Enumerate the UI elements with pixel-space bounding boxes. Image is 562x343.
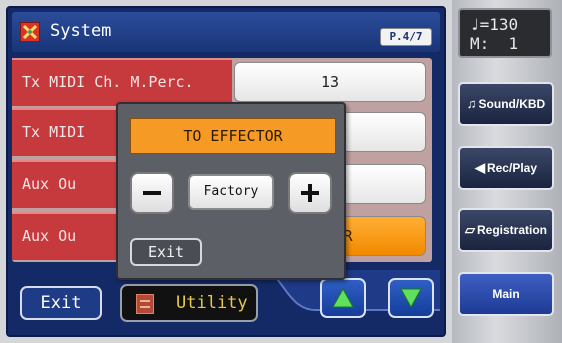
tempo-value: ♩=130: [470, 15, 519, 34]
utility-button[interactable]: Utility: [120, 284, 258, 322]
rec-play-button[interactable]: ◀ Rec/Play: [458, 146, 554, 190]
value-popup: TO EFFECTOR Factory Exit: [116, 102, 346, 280]
title-bar: System P.4/7: [12, 12, 440, 52]
plus-icon: [301, 184, 319, 202]
row-label: Tx MIDI Ch. M.Perc.: [12, 58, 232, 106]
row-value[interactable]: 13: [234, 62, 426, 102]
arrow-down-icon: [400, 288, 422, 308]
popup-exit-button[interactable]: Exit: [130, 238, 202, 266]
sound-kbd-label: Sound/KBD: [478, 97, 546, 111]
main-panel: System P.4/7 Tx MIDI Ch. M.Perc. 13 Tx M…: [6, 6, 446, 337]
page-number: P.4/7: [380, 28, 432, 46]
registration-button[interactable]: ▱ Registration: [458, 208, 554, 252]
main-button[interactable]: Main: [458, 272, 554, 316]
screen: System P.4/7 Tx MIDI Ch. M.Perc. 13 Tx M…: [0, 0, 562, 343]
tempo-display: ♩=130 M: 1: [458, 8, 552, 58]
scroll-down-button[interactable]: [388, 278, 434, 318]
increment-button[interactable]: [288, 172, 332, 214]
music-note-icon: ♫: [466, 96, 477, 111]
registration-label: Registration: [476, 223, 547, 237]
book-icon: ▱: [464, 222, 475, 237]
popup-value-display: TO EFFECTOR: [130, 118, 336, 154]
minus-icon: [143, 191, 161, 195]
arrow-up-icon: [332, 288, 354, 308]
system-icon: [20, 22, 40, 42]
scroll-up-button[interactable]: [320, 278, 366, 318]
factory-reset-button[interactable]: Factory: [188, 174, 274, 210]
speaker-icon: ◀: [474, 160, 485, 175]
exit-button[interactable]: Exit: [20, 286, 102, 320]
page-title: System: [50, 21, 112, 41]
decrement-button[interactable]: [130, 172, 174, 214]
rec-play-label: Rec/Play: [486, 161, 538, 175]
utility-label: Utility: [176, 293, 248, 313]
side-panel: ♩=130 M: 1 ♫ Sound/KBD ◀ Rec/Play ▱ Registr…: [452, 0, 562, 343]
table-row[interactable]: Tx MIDI Ch. M.Perc. 13: [12, 58, 432, 106]
measure-value: M: 1: [470, 34, 519, 53]
sound-kbd-button[interactable]: ♫ Sound/KBD: [458, 82, 554, 126]
utility-icon: [136, 294, 154, 314]
